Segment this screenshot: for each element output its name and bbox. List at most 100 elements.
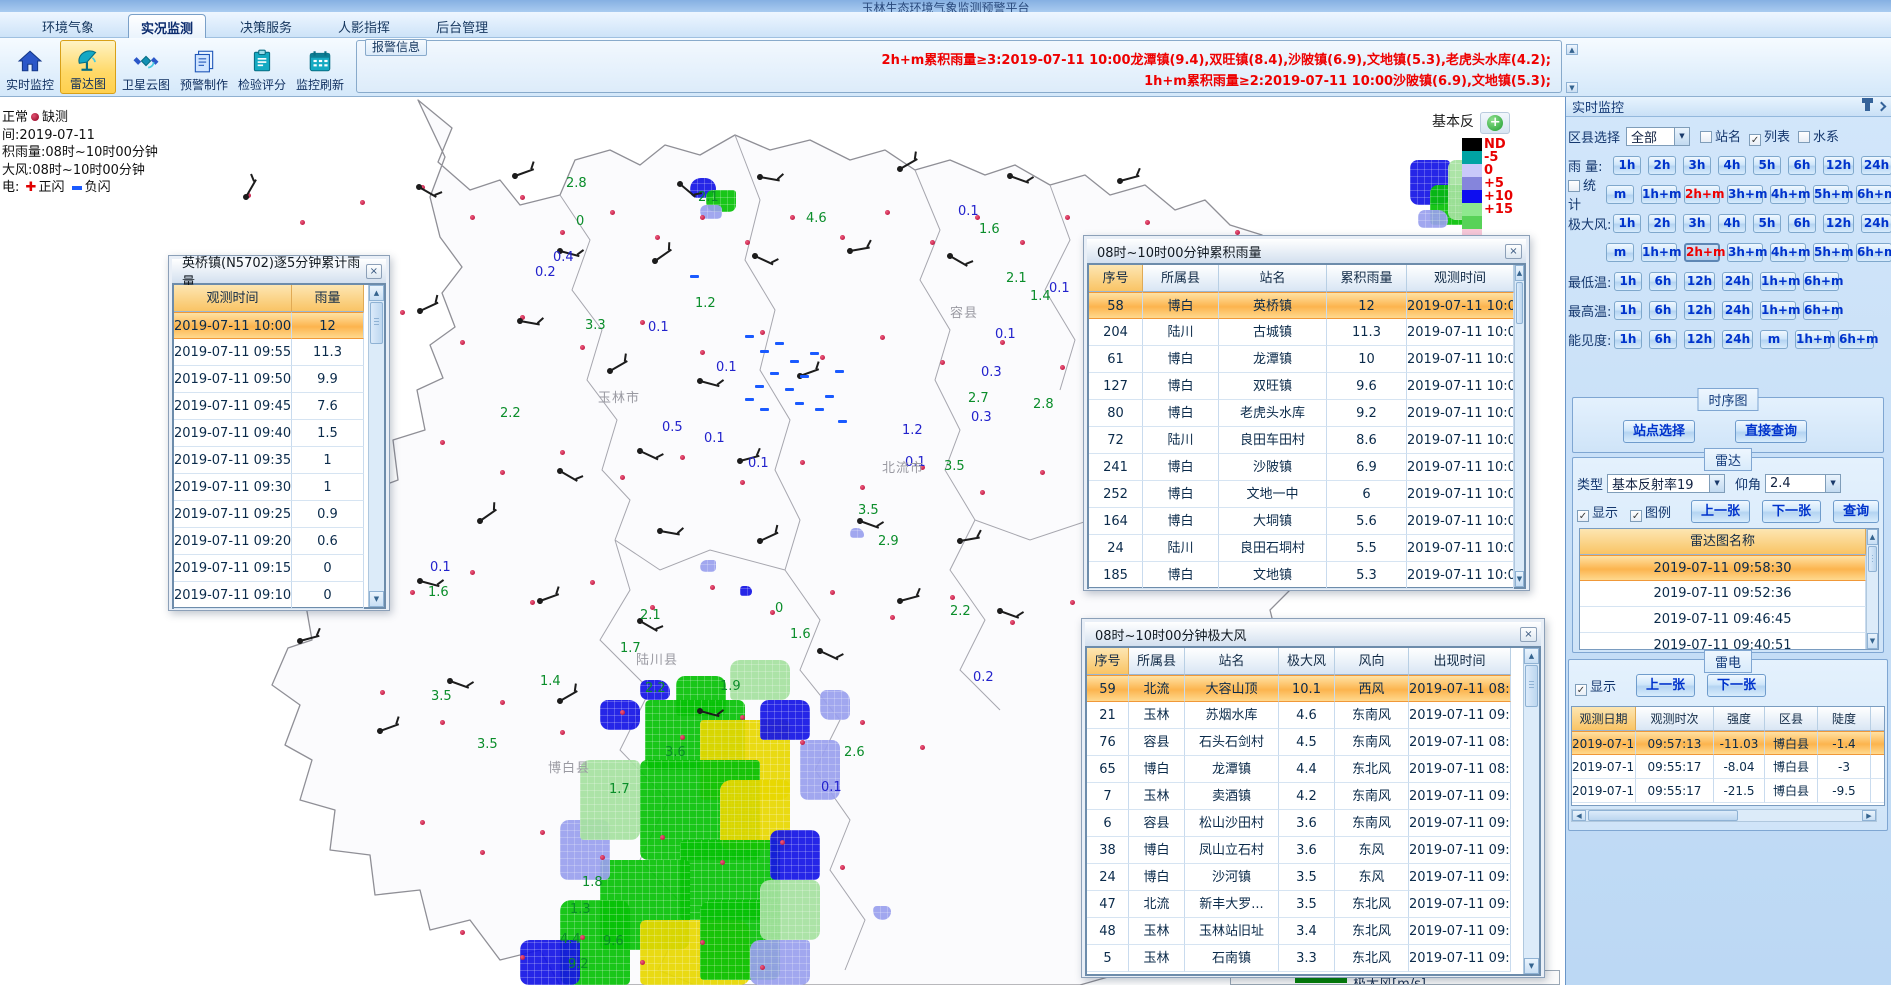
table-row[interactable]: 2019-07-1109:57:13-11.03博白县-1.4 — [1572, 731, 1885, 755]
range-button[interactable]: 4h — [1718, 156, 1746, 175]
checkbox[interactable] — [1798, 131, 1810, 143]
table-row[interactable]: 2019-07-1109:55:17-21.5博白县-9.511 — [1572, 779, 1885, 803]
table-row[interactable]: 2019-07-11 10:0012 — [174, 312, 368, 339]
scroll-thumb[interactable] — [370, 302, 383, 344]
vertical-scrollbar[interactable]: ▲ ▼ — [1866, 529, 1878, 649]
scroll-down-icon[interactable]: ▼ — [1524, 958, 1539, 974]
scroll-down-icon[interactable]: ▼ — [1515, 571, 1524, 587]
range-button[interactable]: 6h+m — [1856, 185, 1891, 204]
checkbox[interactable] — [1568, 180, 1580, 192]
menu-tab[interactable]: 环境气象 — [30, 14, 106, 38]
column-header[interactable]: 所属县 — [1129, 648, 1185, 675]
range-button[interactable]: 6h+m — [1856, 243, 1891, 262]
pin-icon[interactable] — [1865, 102, 1870, 111]
vertical-scrollbar[interactable]: ▲ ▼ — [1523, 648, 1539, 974]
column-header[interactable]: 出现时间 — [1409, 648, 1511, 675]
table-row[interactable]: 127博白双旺镇9.62019-07-11 10:00 — [1089, 373, 1514, 400]
horizontal-scrollbar[interactable]: ◀ ▶ — [1571, 809, 1877, 822]
range-button[interactable]: 12h — [1684, 330, 1715, 349]
query-button[interactable]: 查询 — [1833, 500, 1879, 523]
range-button[interactable]: 1h — [1614, 272, 1642, 291]
table-row[interactable]: 80博白老虎头水库9.22019-07-11 10:00 — [1089, 400, 1514, 427]
table-row[interactable]: 241博白沙陂镇6.92019-07-11 10:00 — [1089, 454, 1514, 481]
tool-button[interactable]: 实时监控 — [2, 40, 58, 94]
table-row[interactable]: 6容县松山沙田村3.6东南风2019-07-11 09:59 — [1087, 810, 1523, 837]
scroll-right-icon[interactable]: ▶ — [1862, 810, 1876, 821]
range-button[interactable]: 5h — [1753, 214, 1781, 233]
range-button[interactable]: 2h — [1648, 156, 1676, 175]
scroll-up-icon[interactable]: ▲ — [1524, 648, 1539, 664]
range-button[interactable]: 2h+m — [1684, 185, 1720, 204]
alert-scroll-up-icon[interactable]: ▲ — [1566, 44, 1578, 55]
column-header[interactable]: 序号 — [1089, 265, 1143, 292]
table-row[interactable]: 38博白凤山立石村3.6东风2019-07-11 09:26 — [1087, 837, 1523, 864]
close-icon[interactable]: × — [1520, 627, 1537, 642]
range-button[interactable]: m — [1760, 330, 1788, 349]
prev-image-button[interactable]: 上一张 — [1636, 674, 1695, 697]
table-row[interactable]: 2019-07-11 09:52:36 — [1580, 581, 1866, 607]
table-row[interactable]: 7玉林卖酒镇4.2东南风2019-07-11 09:59 — [1087, 783, 1523, 810]
table-row[interactable]: 2019-07-11 09:401.5 — [174, 420, 368, 447]
radar-type-select[interactable]: 基本反射率19 ▼ — [1607, 474, 1725, 493]
range-button[interactable]: 1h+m — [1641, 243, 1677, 262]
table-row[interactable]: 204陆川古城镇11.32019-07-11 10:00 — [1089, 319, 1514, 346]
scroll-up-icon[interactable]: ▲ — [369, 285, 384, 301]
range-button[interactable]: 1h+m — [1795, 330, 1831, 349]
table-row[interactable]: 2019-07-1109:55:17-8.04博白县-3 — [1572, 755, 1885, 779]
table-row[interactable]: 2019-07-11 09:250.9 — [174, 501, 368, 528]
popup-titlebar[interactable]: 08时~10时00分钟极大风 × — [1085, 622, 1541, 646]
alert-scroll-down-icon[interactable]: ▼ — [1566, 82, 1578, 93]
column-header[interactable]: 误 — [1871, 707, 1885, 731]
range-button[interactable]: 3h+m — [1727, 185, 1763, 204]
menu-tab[interactable]: 后台管理 — [424, 14, 500, 38]
range-button[interactable]: 3h — [1683, 214, 1711, 233]
range-button[interactable]: 5h+m — [1813, 185, 1849, 204]
chevron-down-icon[interactable]: ▼ — [1709, 475, 1724, 492]
range-button[interactable]: 12h — [1684, 272, 1715, 291]
column-header[interactable]: 所属县 — [1143, 265, 1219, 292]
range-button[interactable]: m — [1606, 185, 1634, 204]
table-row[interactable]: 252博白文地一中62019-07-11 10:00 — [1089, 481, 1514, 508]
popup-titlebar[interactable]: 英桥镇(N5702)逐5分钟累计雨量 × — [172, 259, 386, 283]
district-select[interactable]: 全部 ▼ — [1626, 127, 1690, 146]
range-button[interactable]: 1h+m — [1760, 301, 1796, 320]
column-header[interactable]: 雨量 — [292, 285, 364, 312]
range-button[interactable]: 1h+m — [1641, 185, 1677, 204]
next-image-button[interactable]: 下一张 — [1707, 674, 1766, 697]
table-row[interactable]: 76容县石头石剑村4.5东南风2019-07-11 08:08 — [1087, 729, 1523, 756]
column-header[interactable]: 累积雨量 — [1327, 265, 1407, 292]
column-header[interactable]: 强度 — [1714, 707, 1765, 731]
table-row[interactable]: 24博白沙河镇3.5东风2019-07-11 09:46 — [1087, 864, 1523, 891]
table-row[interactable]: 2019-07-11 09:301 — [174, 474, 368, 501]
table-row[interactable]: 2019-07-11 09:46:45 — [1580, 607, 1866, 633]
table-row[interactable]: 61博白龙潭镇102019-07-11 10:00 — [1089, 346, 1514, 373]
direct-query-button[interactable]: 直接查询 — [1735, 420, 1807, 443]
table-row[interactable]: 21玉林苏烟水库4.6东南风2019-07-11 09:49 — [1087, 702, 1523, 729]
chevron-right-icon[interactable] — [1877, 102, 1887, 112]
table-row[interactable]: 185博白文地镇5.32019-07-11 10:00 — [1089, 562, 1514, 589]
table-row[interactable]: 2019-07-11 09:100 — [174, 582, 368, 609]
close-icon[interactable]: × — [366, 264, 382, 279]
column-header[interactable]: 雷达图名称 — [1580, 529, 1866, 555]
range-button[interactable]: 24h — [1722, 272, 1753, 291]
range-button[interactable]: 6h — [1649, 301, 1677, 320]
column-header[interactable]: 站名 — [1219, 265, 1327, 292]
table-row[interactable]: 47北流新丰大罗...3.5东北风2019-07-11 09:12 — [1087, 891, 1523, 918]
range-button[interactable]: 12h — [1823, 156, 1854, 175]
chevron-down-icon[interactable]: ▼ — [1674, 128, 1689, 145]
column-header[interactable]: 观测时间 — [1407, 265, 1514, 292]
tool-button[interactable]: 预警制作 — [176, 40, 232, 94]
range-button[interactable]: 3h+m — [1727, 243, 1763, 262]
column-header[interactable]: 观测时次 — [1636, 707, 1714, 731]
chevron-down-icon[interactable]: ▼ — [1825, 475, 1840, 492]
scroll-down-icon[interactable]: ▼ — [1867, 633, 1878, 649]
checkbox[interactable] — [1700, 131, 1712, 143]
column-header[interactable]: 观测日期 — [1572, 707, 1636, 731]
range-button[interactable]: 6h — [1788, 214, 1816, 233]
scroll-down-icon[interactable]: ▼ — [369, 591, 384, 607]
table-row[interactable]: 2019-07-11 09:58:30 — [1580, 555, 1866, 581]
range-button[interactable]: 3h — [1683, 156, 1711, 175]
tool-button[interactable]: 检验评分 — [234, 40, 290, 94]
scroll-left-icon[interactable]: ◀ — [1572, 810, 1586, 821]
range-button[interactable]: 5h — [1753, 156, 1781, 175]
